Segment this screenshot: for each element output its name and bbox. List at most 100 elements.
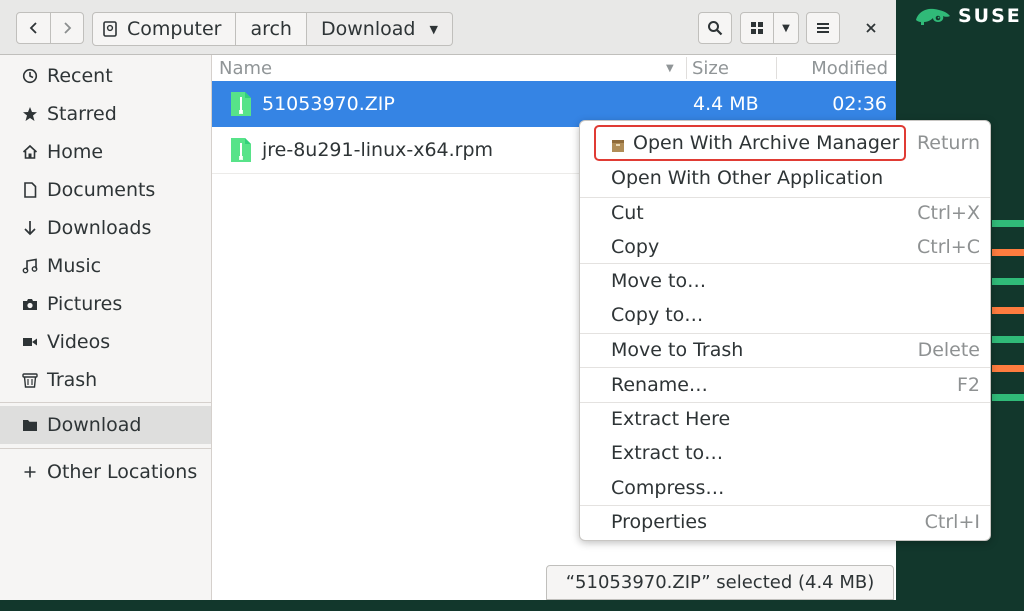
sidebar-item-label: Videos: [47, 331, 111, 353]
folder-icon: [21, 418, 39, 432]
download-arrow-icon: [21, 220, 39, 236]
menu-item-accelerator: Return: [916, 132, 980, 154]
close-button[interactable]: [856, 12, 886, 44]
view-options-button[interactable]: ▼: [773, 12, 799, 44]
star-icon: [21, 106, 39, 122]
menu-item-label: Extract to…: [611, 442, 724, 464]
file-name: 51053970.ZIP: [262, 93, 395, 115]
desktop-stripe: [992, 220, 1024, 227]
menu-item-label: Copy to…: [611, 304, 704, 326]
column-header-name[interactable]: Name: [219, 58, 272, 79]
music-note-icon: [21, 258, 39, 274]
menu-item-extract-here[interactable]: Extract Here: [580, 402, 990, 436]
document-icon: [21, 182, 39, 198]
camera-icon: [21, 297, 39, 311]
menu-item-compress[interactable]: Compress…: [580, 471, 990, 505]
plus-icon: [21, 465, 39, 479]
archive-file-icon: [230, 91, 252, 122]
menu-item-move-to-trash[interactable]: Move to Trash Delete: [580, 333, 990, 367]
menu-item-label: Copy: [611, 236, 660, 258]
desktop-stripe: [992, 278, 1024, 285]
chameleon-icon: [916, 8, 950, 26]
sidebar-item-documents[interactable]: Documents: [0, 171, 211, 209]
chevron-down-icon: ▼: [429, 22, 438, 36]
column-divider: [686, 57, 687, 79]
view-toggle-button[interactable]: [740, 12, 774, 44]
status-bar: “51053970.ZIP” selected (4.4 MB): [546, 565, 894, 600]
menu-item-copy-to[interactable]: Copy to…: [580, 298, 990, 332]
breadcrumb: Computer arch Download ▼: [92, 12, 453, 46]
sidebar-item-label: Recent: [47, 65, 113, 87]
sidebar-item-label: Pictures: [47, 293, 123, 315]
menu-item-label: Open With Other Application: [611, 167, 884, 189]
sidebar-item-videos[interactable]: Videos: [0, 323, 211, 361]
breadcrumb-download[interactable]: Download ▼: [306, 12, 453, 46]
grid-view-icon: [751, 22, 763, 34]
column-divider: [776, 57, 777, 79]
hamburger-menu-icon: [817, 23, 829, 33]
clock-icon: [21, 68, 39, 84]
column-header-size[interactable]: Size: [692, 58, 729, 79]
file-modified: 02:36: [832, 93, 887, 115]
sidebar-item-label: Downloads: [47, 217, 152, 239]
sort-descending-icon: ▼: [666, 62, 674, 74]
menu-item-accelerator: Delete: [917, 339, 980, 361]
sidebar-item-label: Documents: [47, 179, 156, 201]
sidebar-item-other-locations[interactable]: Other Locations: [0, 453, 211, 491]
context-menu: Open With Archive Manager Return Open Wi…: [579, 120, 991, 541]
menu-item-move-to[interactable]: Move to…: [580, 264, 990, 298]
sidebar-item-label: Home: [47, 141, 104, 163]
search-button[interactable]: [698, 12, 732, 44]
menu-item-label: Move to…: [611, 270, 707, 292]
sidebar-item-download-bookmark[interactable]: Download: [0, 406, 211, 444]
desktop-stripe: [992, 307, 1024, 314]
menu-item-open-with-other-application[interactable]: Open With Other Application: [580, 161, 990, 195]
sidebar-item-trash[interactable]: Trash: [0, 361, 211, 399]
close-icon: [866, 23, 876, 33]
breadcrumb-label: Computer: [127, 18, 222, 40]
chevron-down-icon: ▼: [782, 22, 790, 34]
menu-item-cut[interactable]: Cut Ctrl+X: [580, 196, 990, 230]
menu-item-label: Move to Trash: [611, 339, 744, 361]
desktop-stripe: [992, 365, 1024, 372]
highlight-annotation-box: [594, 125, 906, 161]
menu-item-accelerator: F2: [956, 374, 980, 396]
menu-item-label: Cut: [611, 202, 644, 224]
breadcrumb-computer[interactable]: Computer: [92, 12, 237, 46]
status-text: “51053970.ZIP” selected (4.4 MB): [565, 572, 875, 593]
headerbar: Computer arch Download ▼ ▼: [0, 0, 896, 55]
column-header-modified[interactable]: Modified: [811, 58, 888, 79]
menu-item-accelerator: Ctrl+X: [917, 202, 980, 224]
search-icon: [708, 21, 723, 36]
menu-item-copy[interactable]: Copy Ctrl+C: [580, 230, 990, 264]
sidebar-item-label: Other Locations: [47, 461, 198, 483]
chevron-left-icon: [29, 22, 37, 34]
menu-item-accelerator: Ctrl+I: [924, 511, 980, 533]
sidebar-item-label: Download: [47, 414, 142, 436]
back-button[interactable]: [16, 12, 51, 44]
sidebar-item-pictures[interactable]: Pictures: [0, 285, 211, 323]
video-icon: [21, 336, 39, 348]
sidebar-item-home[interactable]: Home: [0, 133, 211, 171]
sidebar-item-starred[interactable]: Starred: [0, 95, 211, 133]
menu-item-extract-to[interactable]: Extract to…: [580, 436, 990, 470]
menu-item-accelerator: Ctrl+C: [917, 236, 980, 258]
file-name: jre-8u291-linux-x64.rpm: [262, 139, 494, 161]
sidebar-divider: [0, 448, 211, 449]
breadcrumb-arch[interactable]: arch: [236, 12, 307, 46]
sidebar-item-label: Trash: [47, 369, 98, 391]
menu-item-properties[interactable]: Properties Ctrl+I: [580, 505, 990, 539]
breadcrumb-label: arch: [250, 18, 292, 40]
menu-item-rename[interactable]: Rename… F2: [580, 368, 990, 402]
main-menu-button[interactable]: [806, 12, 840, 44]
sidebar-item-label: Music: [47, 255, 102, 277]
sidebar-item-recent[interactable]: Recent: [0, 57, 211, 95]
sidebar-divider: [0, 402, 211, 403]
forward-button[interactable]: [50, 12, 84, 44]
sidebar-item-label: Starred: [47, 103, 117, 125]
desktop-stripe: [992, 394, 1024, 401]
sidebar-item-downloads[interactable]: Downloads: [0, 209, 211, 247]
sidebar-item-music[interactable]: Music: [0, 247, 211, 285]
chevron-right-icon: [64, 22, 72, 34]
home-icon: [21, 144, 39, 160]
